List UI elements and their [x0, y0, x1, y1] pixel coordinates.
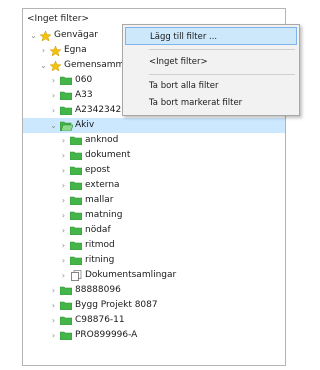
tree-node-akiv-selected[interactable]: ⌄ Akiv — [23, 118, 285, 133]
expand-arrow-icon[interactable]: › — [49, 313, 58, 328]
tree-node-label: Dokumentsamlingar — [85, 270, 177, 280]
tree-node-label: dokument — [85, 150, 131, 160]
tree-node-label: Egna — [64, 45, 87, 55]
tree-node-folder[interactable]: › Bygg Projekt 8087 — [23, 298, 285, 313]
tree-node-label: ritning — [85, 255, 115, 265]
tree-node-label: nödaf — [85, 225, 111, 235]
menu-item-no-filter[interactable]: <Inget filter> — [125, 53, 297, 71]
folder-icon — [70, 166, 82, 175]
tree-node-label: mallar — [85, 195, 114, 205]
star-icon — [50, 61, 61, 71]
menu-separator — [149, 74, 295, 75]
tree-node-folder[interactable]: › mallar — [23, 193, 285, 208]
tree-node-label: epost — [85, 165, 110, 175]
expand-arrow-icon[interactable]: › — [59, 148, 68, 163]
tree-node-folder[interactable]: › ritning — [23, 253, 285, 268]
folder-icon — [60, 331, 72, 340]
folder-icon — [60, 301, 72, 310]
tree-node-label: A33 — [75, 90, 93, 100]
tree-node-folder[interactable]: › epost — [23, 163, 285, 178]
tree-node-label: Genvägar — [54, 30, 98, 40]
open-folder-icon — [60, 121, 73, 131]
expand-arrow-icon[interactable]: › — [59, 133, 68, 148]
tree-node-folder[interactable]: › nödaf — [23, 223, 285, 238]
menu-item-remove-selected-filter[interactable]: Ta bort markerat filter — [125, 94, 297, 112]
tree-node-folder[interactable]: › dokument — [23, 148, 285, 163]
expand-arrow-icon[interactable]: › — [49, 88, 58, 103]
expand-arrow-icon[interactable]: › — [49, 298, 58, 313]
tree-node-label: Bygg Projekt 8087 — [75, 300, 158, 310]
expand-arrow-icon[interactable]: › — [59, 253, 68, 268]
folder-icon — [70, 181, 82, 190]
tree-node-folder[interactable]: › externa — [23, 178, 285, 193]
expand-arrow-icon[interactable]: › — [49, 283, 58, 298]
tree-node-folder[interactable]: › ritmod — [23, 238, 285, 253]
tree-node-label: 060 — [75, 75, 93, 85]
folder-icon — [70, 151, 82, 160]
tree-node-folder[interactable]: › 88888096 — [23, 283, 285, 298]
document-collection-icon — [71, 270, 82, 281]
folder-icon — [70, 256, 82, 265]
tree-node-label: C98876-11 — [75, 315, 125, 325]
tree-node-label: Akiv — [75, 120, 95, 130]
tree-node-document-collection[interactable]: › Dokumentsamlingar — [23, 268, 285, 283]
expand-arrow-icon[interactable]: › — [59, 223, 68, 238]
tree-node-label: Gemensamma — [64, 60, 130, 70]
expand-arrow-icon[interactable]: › — [59, 268, 68, 283]
menu-item-remove-all-filters[interactable]: Ta bort alla filter — [125, 77, 297, 95]
folder-icon — [70, 196, 82, 205]
menu-separator — [149, 49, 295, 50]
expand-arrow-icon[interactable]: › — [49, 73, 58, 88]
expand-arrow-icon[interactable]: › — [49, 328, 58, 343]
folder-icon — [70, 226, 82, 235]
filter-dropdown[interactable]: <Inget filter> — [27, 13, 89, 25]
expand-arrow-icon[interactable]: › — [39, 43, 48, 58]
folder-icon — [70, 211, 82, 220]
tree-node-label: PRO899996-A — [75, 330, 138, 340]
tree-node-label: anknod — [85, 135, 119, 145]
folder-icon — [60, 286, 72, 295]
collapse-arrow-icon[interactable]: ⌄ — [39, 58, 48, 73]
folder-icon — [60, 91, 72, 100]
folder-icon — [60, 76, 72, 85]
expand-arrow-icon[interactable]: › — [59, 163, 68, 178]
tree-node-folder[interactable]: › matning — [23, 208, 285, 223]
collapse-arrow-icon[interactable]: ⌄ — [49, 118, 58, 133]
tree-node-label: externa — [85, 180, 120, 190]
star-icon — [50, 46, 61, 56]
menu-item-add-filter[interactable]: Lägg till filter ... — [125, 27, 297, 45]
expand-arrow-icon[interactable]: › — [59, 178, 68, 193]
tree-node-folder[interactable]: › C98876-11 — [23, 313, 285, 328]
collapse-arrow-icon[interactable]: ⌄ — [29, 28, 38, 43]
folder-icon — [60, 106, 72, 115]
folder-icon — [70, 241, 82, 250]
expand-arrow-icon[interactable]: › — [49, 103, 58, 118]
tree-node-label: ritmod — [85, 240, 115, 250]
expand-arrow-icon[interactable]: › — [59, 208, 68, 223]
tree-node-folder[interactable]: › anknod — [23, 133, 285, 148]
expand-arrow-icon[interactable]: › — [59, 193, 68, 208]
tree-node-label: 88888096 — [75, 285, 121, 295]
folder-icon — [60, 316, 72, 325]
tree-node-label: A2342342 — [75, 105, 122, 115]
folder-icon — [70, 136, 82, 145]
expand-arrow-icon[interactable]: › — [59, 238, 68, 253]
filter-context-menu: Lägg till filter ... <Inget filter> Ta b… — [122, 24, 300, 116]
tree-node-label: matning — [85, 210, 123, 220]
star-icon — [40, 31, 51, 41]
tree-node-folder[interactable]: › PRO899996-A — [23, 328, 285, 343]
